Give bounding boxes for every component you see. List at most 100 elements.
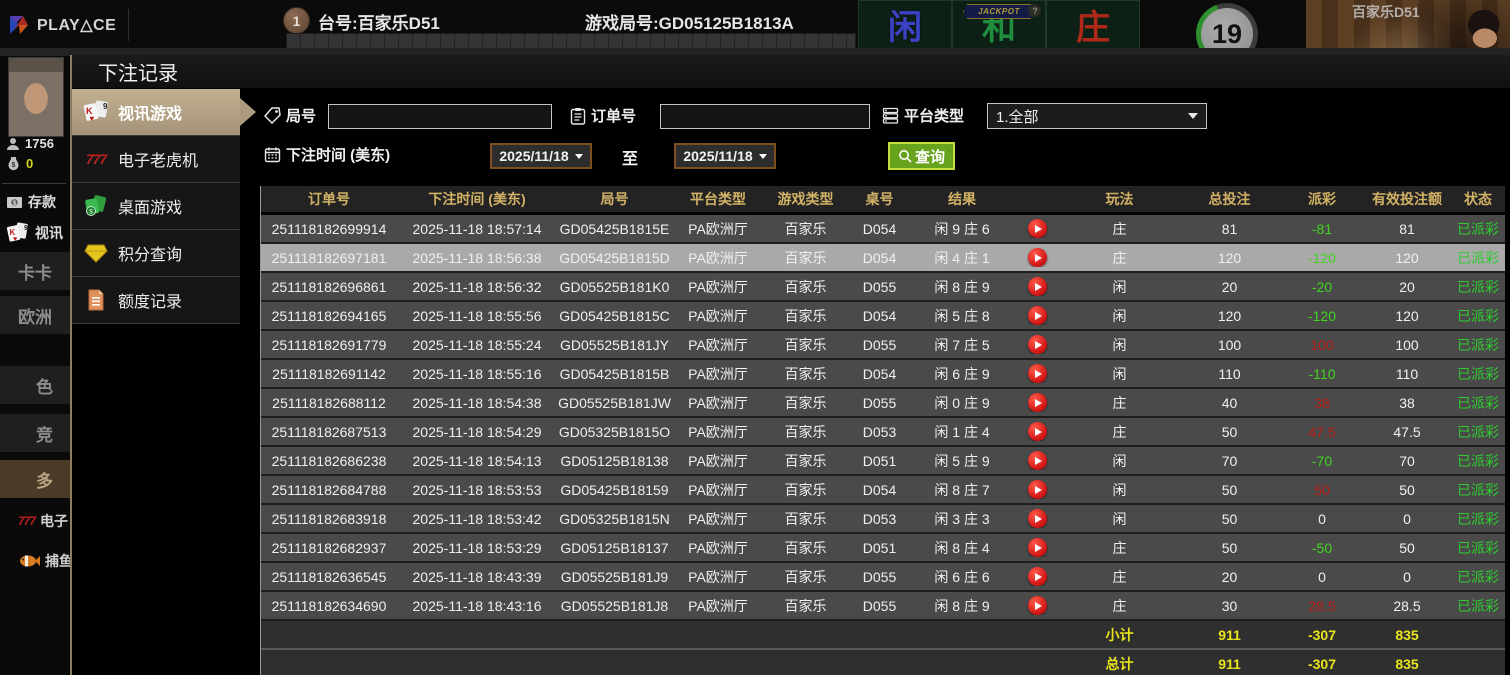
- svg-text:$: $: [12, 162, 16, 169]
- replay-button[interactable]: [1027, 596, 1047, 615]
- table-row[interactable]: 251118182696861 2025-11-18 18:56:32 GD05…: [261, 273, 1505, 302]
- cell-valid-bet: 38: [1399, 394, 1415, 411]
- cell-valid-bet: 50: [1399, 481, 1415, 498]
- tab-slots[interactable]: 777 电子老虎机: [72, 136, 240, 183]
- play-icon: [1034, 572, 1042, 581]
- bet-zone-player[interactable]: 闲: [858, 0, 952, 50]
- subtotal-total-bet: 911: [1218, 626, 1241, 643]
- cell-platform: PA欧洲厅: [688, 423, 748, 440]
- search-button-label: 查询: [915, 148, 946, 166]
- platform-type-select[interactable]: 1.全部: [987, 103, 1207, 129]
- table-row[interactable]: 251118182699914 2025-11-18 18:57:14 GD05…: [261, 215, 1505, 244]
- round-number-input[interactable]: [328, 104, 552, 129]
- cell-platform: PA欧洲厅: [688, 278, 748, 295]
- table-row[interactable]: 251118182687513 2025-11-18 18:54:29 GD05…: [261, 418, 1505, 447]
- rail-video-item[interactable]: 9 K ♥ 视讯: [6, 222, 63, 244]
- replay-button[interactable]: [1027, 393, 1047, 412]
- cell-status: 已派彩: [1457, 452, 1499, 469]
- table-row[interactable]: 251118182634690 2025-11-18 18:43:16 GD05…: [261, 592, 1505, 621]
- cell-game: 百家乐: [784, 539, 827, 556]
- cell-status: 已派彩: [1457, 365, 1499, 382]
- replay-button[interactable]: [1027, 567, 1047, 586]
- bet-time-label: 下注时间 (美东): [264, 144, 390, 165]
- jackpot-help-icon[interactable]: ?: [1028, 4, 1042, 17]
- replay-button[interactable]: [1027, 451, 1047, 470]
- bet-zone-banker[interactable]: 庄: [1046, 0, 1140, 50]
- bet-zone-tie[interactable]: JACKPOT ? 和: [952, 0, 1046, 50]
- replay-button[interactable]: [1027, 335, 1047, 354]
- cell-payout: 28.5: [1308, 597, 1336, 614]
- cell-platform: PA欧洲厅: [688, 365, 748, 382]
- tab-video-games[interactable]: 9 K ♥ 视讯游戏: [72, 89, 240, 136]
- playace-logo[interactable]: PLAY△CE: [7, 9, 130, 41]
- cell-result: 闲 8 庄 4: [934, 539, 990, 556]
- cell-time: 2025-11-18 18:56:38: [412, 249, 542, 266]
- cell-platform: PA欧洲厅: [688, 510, 748, 527]
- replay-button[interactable]: [1027, 306, 1047, 325]
- table-row[interactable]: 251118182694165 2025-11-18 18:55:56 GD05…: [261, 302, 1505, 331]
- table-row[interactable]: 251118182682937 2025-11-18 18:53:29 GD05…: [261, 534, 1505, 563]
- svg-text:$: $: [13, 200, 17, 207]
- tab-table-games[interactable]: $ 桌面游戏: [72, 183, 240, 230]
- cell-replay: [1012, 596, 1062, 615]
- platform-type-value: 1.全部: [996, 108, 1039, 126]
- cell-time: 2025-11-18 18:53:29: [412, 539, 542, 556]
- replay-button[interactable]: [1027, 219, 1047, 238]
- table-number-badge: 1: [283, 7, 310, 34]
- left-rail: 1756 $ 0 $ 存款 9 K ♥ 视讯 卡卡 欧洲 色 竞 多 777 电…: [0, 50, 110, 675]
- table-row[interactable]: 251118182697181 2025-11-18 18:56:38 GD05…: [261, 244, 1505, 273]
- cell-payout: 0: [1318, 568, 1326, 585]
- cell-round: GD05525B181JY: [560, 336, 669, 353]
- deposit-item[interactable]: $ 存款: [6, 192, 56, 212]
- table-row[interactable]: 251118182684788 2025-11-18 18:53:53 GD05…: [261, 476, 1505, 505]
- header-result: 结果: [948, 191, 976, 207]
- replay-button[interactable]: [1027, 248, 1047, 267]
- cell-valid-bet: 110: [1395, 365, 1419, 382]
- table-header: 订单号 下注时间 (美东) 局号 平台类型 游戏类型 桌号 结果 玩法 总投注 …: [261, 186, 1505, 212]
- table-row[interactable]: 251118182688112 2025-11-18 18:54:38 GD05…: [261, 389, 1505, 418]
- cell-status: 已派彩: [1457, 278, 1499, 295]
- replay-button[interactable]: [1027, 509, 1047, 528]
- replay-button[interactable]: [1027, 364, 1047, 383]
- cell-table: D054: [862, 481, 897, 498]
- replay-button[interactable]: [1027, 538, 1047, 557]
- cell-platform: PA欧洲厅: [688, 394, 748, 411]
- table-row[interactable]: 251118182636545 2025-11-18 18:43:39 GD05…: [261, 563, 1505, 592]
- cell-time: 2025-11-18 18:53:42: [412, 510, 542, 527]
- cell-order: 251118182682937: [271, 539, 387, 556]
- table-row[interactable]: 251118182683918 2025-11-18 18:53:42 GD05…: [261, 505, 1505, 534]
- bet-zones: 闲 JACKPOT ? 和 庄: [858, 0, 1140, 50]
- total-payout: -307: [1307, 655, 1337, 672]
- cell-valid-bet: 100: [1395, 336, 1419, 353]
- table-row[interactable]: 251118182686238 2025-11-18 18:54:13 GD05…: [261, 447, 1505, 476]
- tab-points-query[interactable]: 积分查询: [72, 230, 240, 277]
- cell-play: 庄: [1112, 220, 1127, 237]
- cell-payout: 38: [1314, 394, 1330, 411]
- table-body: 251118182699914 2025-11-18 18:57:14 GD05…: [261, 215, 1505, 621]
- replay-button[interactable]: [1027, 480, 1047, 499]
- date-from-picker[interactable]: 2025/11/18: [490, 143, 592, 169]
- table-row[interactable]: 251118182691142 2025-11-18 18:55:16 GD05…: [261, 360, 1505, 389]
- cell-play: 庄: [1112, 394, 1127, 411]
- cell-total-bet: 40: [1221, 394, 1238, 411]
- search-button[interactable]: 查询: [888, 142, 956, 170]
- dealer-figure: [1450, 6, 1508, 50]
- cell-replay: [1012, 277, 1062, 296]
- cell-replay: [1012, 567, 1062, 586]
- tab-quota-records[interactable]: 额度记录: [72, 277, 240, 324]
- header-valid-bet: 有效投注额: [1372, 191, 1442, 207]
- order-number-input[interactable]: [660, 104, 870, 129]
- tab-label: 视讯游戏: [118, 106, 183, 123]
- replay-button[interactable]: [1027, 422, 1047, 441]
- cell-result: 闲 0 庄 9: [934, 394, 990, 411]
- replay-button[interactable]: [1027, 277, 1047, 296]
- cell-replay: [1012, 335, 1062, 354]
- cell-platform: PA欧洲厅: [688, 452, 748, 469]
- date-to-picker[interactable]: 2025/11/18: [674, 143, 776, 169]
- user-avatar[interactable]: [8, 57, 64, 137]
- table-row[interactable]: 251118182691779 2025-11-18 18:55:24 GD05…: [261, 331, 1505, 360]
- cell-result: 闲 1 庄 4: [934, 423, 990, 440]
- svg-text:♥: ♥: [13, 236, 17, 243]
- cell-time: 2025-11-18 18:56:32: [412, 278, 542, 295]
- rail-divider: [2, 183, 66, 184]
